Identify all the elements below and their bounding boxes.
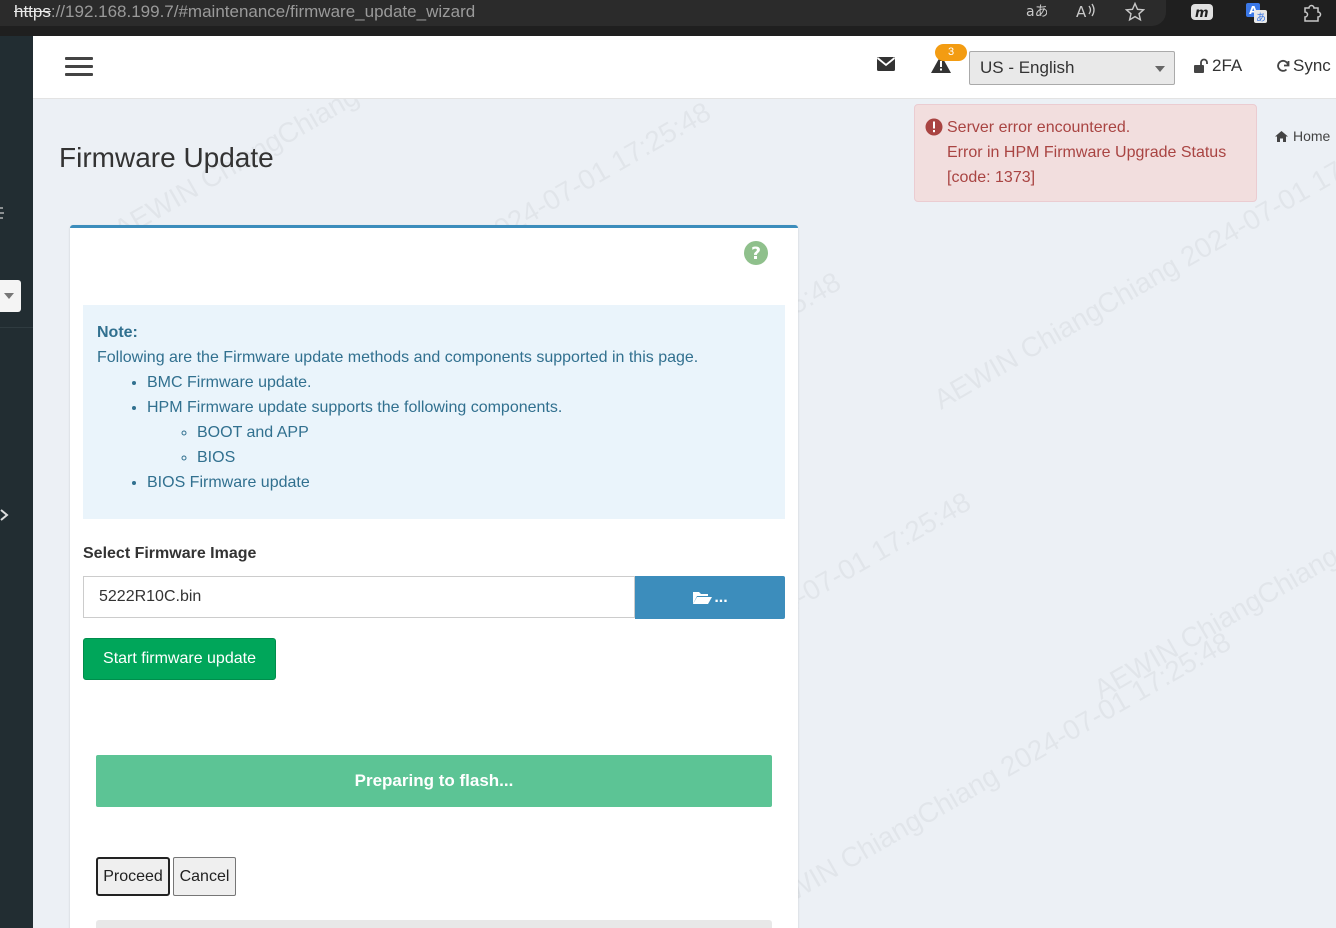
- sub-list-item: BIOS: [197, 445, 771, 470]
- list-item: BIOS Firmware update: [147, 470, 771, 495]
- sidebar-divider: [0, 327, 33, 328]
- select-firmware-label: Select Firmware Image: [83, 545, 257, 562]
- svg-text:A: A: [1076, 3, 1087, 20]
- folder-open-icon: [693, 592, 713, 604]
- watermark-text: AEWIN ChiangChiang 2024-07-01 17:25:48: [748, 626, 1236, 926]
- bottom-panel-edge: [96, 920, 772, 928]
- alert-message-detail: Error in HPM Firmware Upgrade Status: [947, 144, 1227, 161]
- alert-error-code: [code: 1373]: [947, 169, 1036, 186]
- refresh-icon: [1277, 59, 1290, 72]
- flash-progress-bar: Preparing to flash...: [96, 755, 772, 807]
- chevron-right-icon[interactable]: [0, 508, 10, 527]
- error-alert: Server error encountered. Error in HPM F…: [914, 104, 1257, 202]
- twofa-label: 2FA: [1212, 56, 1243, 75]
- envelope-icon[interactable]: [876, 56, 898, 76]
- browse-button[interactable]: ...: [635, 576, 785, 619]
- breadcrumb[interactable]: Home: [1274, 128, 1330, 144]
- url-scheme: https: [14, 2, 51, 21]
- browse-label: ...: [714, 588, 728, 606]
- unlock-icon: [1194, 58, 1208, 73]
- proceed-button[interactable]: Proceed: [96, 857, 170, 896]
- question-circle-icon[interactable]: ?: [743, 240, 769, 266]
- svg-text:m: m: [1195, 6, 1209, 21]
- url-text[interactable]: https://192.168.199.7/#maintenance/firmw…: [14, 1, 475, 23]
- note-intro: Following are the Firmware update method…: [97, 349, 699, 366]
- watermark-text: AEWIN ChiangChiang 2024-07-01 17:25:48: [1088, 406, 1336, 706]
- start-firmware-update-button[interactable]: Start firmware update: [83, 638, 276, 680]
- svg-text:?: ?: [751, 244, 761, 264]
- sidebar: [0, 36, 33, 928]
- read-aloud-icon[interactable]: aあ: [1024, 2, 1049, 24]
- twofa-button[interactable]: 2FA: [1193, 56, 1242, 76]
- browser-toolbar: https://192.168.199.7/#maintenance/firmw…: [0, 0, 1336, 36]
- extension-m-icon[interactable]: m: [1190, 2, 1214, 24]
- list-item-text: HPM Firmware update supports the followi…: [147, 399, 563, 416]
- language-select[interactable]: US - English: [969, 51, 1175, 85]
- breadcrumb-home[interactable]: Home: [1293, 128, 1330, 144]
- list-item: HPM Firmware update supports the followi…: [147, 395, 771, 470]
- translate-a-icon[interactable]: Aあ: [1245, 2, 1269, 24]
- favorite-icon[interactable]: [1123, 1, 1147, 24]
- list-item: BMC Firmware update.: [147, 370, 771, 395]
- method-list: BMC Firmware update. HPM Firmware update…: [97, 370, 771, 495]
- sync-button[interactable]: Sync: [1276, 56, 1331, 76]
- sidebar-dropdown[interactable]: [0, 280, 21, 312]
- firmware-file-input[interactable]: 5222R10C.bin: [83, 576, 635, 618]
- page-title: Firmware Update: [59, 142, 274, 173]
- home-icon: [1275, 130, 1288, 142]
- svg-text:あ: あ: [1256, 12, 1266, 24]
- note-callout: Note: Following are the Firmware update …: [83, 305, 785, 519]
- top-navbar: 3 US - English 2FA Sync: [33, 36, 1336, 99]
- alert-count-badge: 3: [935, 44, 967, 61]
- note-title: Note:: [97, 324, 138, 341]
- sub-list-item: BOOT and APP: [197, 420, 771, 445]
- component-list: BOOT and APP BIOS: [147, 420, 771, 470]
- puzzle-icon[interactable]: [1300, 2, 1324, 24]
- cancel-button[interactable]: Cancel: [173, 857, 236, 896]
- address-bar[interactable]: https://192.168.199.7/#maintenance/firmw…: [0, 0, 1166, 26]
- alert-message-title: Server error encountered.: [947, 119, 1131, 136]
- exclamation-circle-icon: [925, 118, 943, 136]
- menu-toggle-icon[interactable]: [65, 57, 93, 77]
- sync-label: Sync: [1293, 56, 1331, 75]
- svg-text:aあ: aあ: [1026, 4, 1047, 20]
- sidebar-fragment-icon: [0, 206, 6, 223]
- immersive-reader-icon[interactable]: A: [1074, 2, 1098, 24]
- url-path: ://192.168.199.7/#maintenance/firmware_u…: [50, 2, 476, 21]
